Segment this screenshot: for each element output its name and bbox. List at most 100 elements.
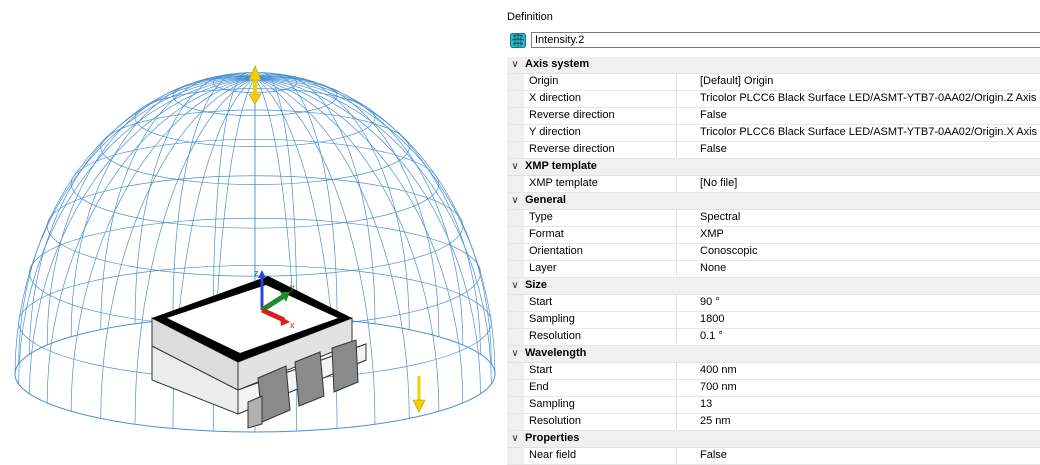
property-value[interactable]: 25 nm xyxy=(676,414,1040,429)
property-name: Layer xyxy=(529,262,557,274)
property-name: Type xyxy=(529,211,553,223)
property-name: Resolution xyxy=(529,415,581,427)
row-gutter xyxy=(507,295,524,311)
property-name: Sampling xyxy=(529,398,575,410)
property-name: XMP template xyxy=(529,177,598,189)
row-gutter xyxy=(507,329,524,345)
chevron-down-icon[interactable]: ∨ xyxy=(509,431,521,446)
property-value[interactable]: [Default] Origin xyxy=(676,74,1040,89)
row-gutter xyxy=(507,142,524,158)
y-axis-label: y xyxy=(290,282,295,292)
category-label: XMP template xyxy=(525,160,597,172)
property-grid: ∨ Axis system Origin [Default] Origin X dire… xyxy=(507,57,1040,465)
property-row[interactable]: Layer None xyxy=(507,261,1040,278)
property-row[interactable]: Near field False xyxy=(507,448,1040,465)
property-value[interactable]: Spectral xyxy=(676,210,1040,225)
property-name: Orientation xyxy=(529,245,583,257)
property-value[interactable]: Tricolor PLCC6 Black Surface LED/ASMT-YT… xyxy=(676,125,1040,140)
row-gutter xyxy=(507,108,524,124)
feature-name-row: Intensity.2 xyxy=(507,32,1040,50)
property-value[interactable]: 0.1 ° xyxy=(676,329,1040,344)
x-axis-label: x xyxy=(290,320,295,330)
property-value[interactable]: 400 nm xyxy=(676,363,1040,378)
row-gutter xyxy=(507,74,524,90)
chevron-down-icon[interactable]: ∨ xyxy=(509,159,521,174)
category-row[interactable]: ∨ Wavelength xyxy=(507,346,1040,363)
property-value[interactable]: Conoscopic xyxy=(676,244,1040,259)
row-gutter xyxy=(507,312,524,328)
category-row[interactable]: ∨ Properties xyxy=(507,431,1040,448)
row-gutter xyxy=(507,397,524,413)
property-name: Y direction xyxy=(529,126,581,138)
property-row[interactable]: Format XMP xyxy=(507,227,1040,244)
row-gutter xyxy=(507,244,524,260)
category-row[interactable]: ∨ Size xyxy=(507,278,1040,295)
down-direction-arrow[interactable] xyxy=(412,376,426,413)
property-name: Reverse direction xyxy=(529,109,615,121)
row-gutter xyxy=(507,380,524,396)
property-name: Start xyxy=(529,364,553,376)
category-label: Wavelength xyxy=(525,347,587,359)
row-gutter xyxy=(507,91,524,107)
panel-title: Definition xyxy=(507,11,553,23)
property-row[interactable]: Resolution 25 nm xyxy=(507,414,1040,431)
property-value[interactable]: 1800 xyxy=(676,312,1040,327)
property-value[interactable]: 13 xyxy=(676,397,1040,412)
property-row[interactable]: Reverse direction False xyxy=(507,108,1040,125)
row-gutter xyxy=(507,414,524,430)
property-row[interactable]: X direction Tricolor PLCC6 Black Surface … xyxy=(507,91,1040,108)
chevron-down-icon[interactable]: ∨ xyxy=(509,278,521,293)
property-name: Sampling xyxy=(529,313,575,325)
row-gutter xyxy=(507,227,524,243)
property-name: Start xyxy=(529,296,553,308)
category-row[interactable]: ∨ XMP template xyxy=(507,159,1040,176)
category-label: Axis system xyxy=(525,58,590,70)
row-gutter xyxy=(507,261,524,277)
property-name: Format xyxy=(529,228,564,240)
property-row[interactable]: Reverse direction False xyxy=(507,142,1040,159)
3d-viewport[interactable]: z y x xyxy=(0,0,500,456)
chevron-down-icon[interactable]: ∨ xyxy=(509,193,521,208)
feature-name-input[interactable]: Intensity.2 xyxy=(531,32,1040,48)
property-value[interactable]: [No file] xyxy=(676,176,1040,191)
row-gutter xyxy=(507,363,524,379)
property-value[interactable]: False xyxy=(676,108,1040,123)
property-row[interactable]: Y direction Tricolor PLCC6 Black Surface … xyxy=(507,125,1040,142)
property-name: Origin xyxy=(529,75,559,87)
property-row[interactable]: Origin [Default] Origin xyxy=(507,74,1040,91)
led-component-model[interactable] xyxy=(151,276,367,429)
z-axis-label: z xyxy=(254,268,259,278)
property-row[interactable]: Sampling 13 xyxy=(507,397,1040,414)
property-value[interactable]: XMP xyxy=(676,227,1040,242)
property-name: Resolution xyxy=(529,330,581,342)
property-row[interactable]: Start 400 nm xyxy=(507,363,1040,380)
intensity-sensor-icon xyxy=(510,33,526,48)
property-value[interactable]: 700 nm xyxy=(676,380,1040,395)
chevron-down-icon[interactable]: ∨ xyxy=(509,57,521,72)
category-label: Size xyxy=(525,279,548,291)
property-value[interactable]: False xyxy=(676,142,1040,157)
property-row[interactable]: End 700 nm xyxy=(507,380,1040,397)
property-row[interactable]: Sampling 1800 xyxy=(507,312,1040,329)
row-gutter xyxy=(507,210,524,226)
property-value[interactable]: Tricolor PLCC6 Black Surface LED/ASMT-YT… xyxy=(676,91,1040,106)
property-value[interactable]: None xyxy=(676,261,1040,276)
row-gutter xyxy=(507,448,524,464)
property-name: End xyxy=(529,381,549,393)
category-label: Properties xyxy=(525,432,580,444)
row-gutter xyxy=(507,176,524,192)
row-gutter xyxy=(507,125,524,141)
property-row[interactable]: Type Spectral xyxy=(507,210,1040,227)
chevron-down-icon[interactable]: ∨ xyxy=(509,346,521,361)
property-name: X direction xyxy=(529,92,581,104)
property-row[interactable]: Resolution 0.1 ° xyxy=(507,329,1040,346)
property-row[interactable]: XMP template [No file] xyxy=(507,176,1040,193)
property-row[interactable]: Start 90 ° xyxy=(507,295,1040,312)
category-label: General xyxy=(525,194,566,206)
property-name: Reverse direction xyxy=(529,143,615,155)
category-row[interactable]: ∨ General xyxy=(507,193,1040,210)
property-value[interactable]: 90 ° xyxy=(676,295,1040,310)
definition-panel: Definition Intensity.2 ∨ Axis system Origi… xyxy=(503,0,1040,465)
category-row[interactable]: ∨ Axis system xyxy=(507,57,1040,74)
property-row[interactable]: Orientation Conoscopic xyxy=(507,244,1040,261)
